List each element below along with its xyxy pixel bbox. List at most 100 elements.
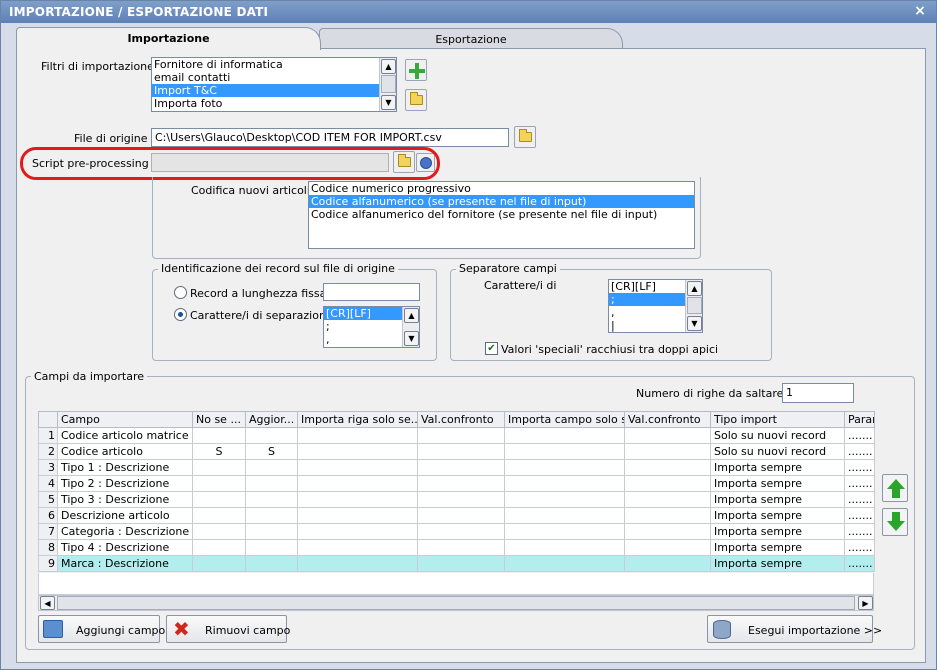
fields-table[interactable]: Campo No se ... Aggior... Importa riga solo… [38, 411, 875, 572]
cell-empty[interactable] [504, 523, 625, 540]
cell-campo[interactable]: Descrizione articolo [57, 507, 193, 524]
scroll-right-icon[interactable]: ▶ [858, 596, 873, 610]
cell-no-se[interactable] [192, 491, 246, 508]
cell-empty[interactable] [297, 427, 418, 444]
separator-radio[interactable] [174, 308, 187, 321]
cell-param[interactable]: ....... [844, 523, 875, 540]
table-row[interactable]: 1 Codice articolo matrice Solo su nuovi re… [38, 427, 875, 444]
cell-empty[interactable] [297, 491, 418, 508]
table-row[interactable]: 6 Descrizione articolo Importa sempre.....… [38, 507, 875, 524]
cell-empty[interactable] [504, 443, 625, 460]
column-header[interactable]: Importa riga solo se... [297, 411, 418, 428]
cell-empty[interactable] [624, 555, 711, 572]
scroll-thumb[interactable] [381, 75, 396, 93]
cell-aggior[interactable] [245, 491, 298, 508]
cell-param[interactable]: ....... [844, 507, 875, 524]
cell-empty[interactable] [624, 491, 711, 508]
cell-n[interactable]: 9 [38, 555, 58, 572]
move-down-button[interactable] [882, 508, 908, 536]
table-row[interactable]: 7 Categoria : Descrizione ... Importa semp… [38, 523, 875, 540]
filter-item[interactable]: Importa foto [152, 97, 396, 110]
cell-empty[interactable] [624, 475, 711, 492]
cell-campo[interactable]: Marca : Descrizione [57, 555, 193, 572]
cell-no-se[interactable] [192, 523, 246, 540]
record-separator-list[interactable]: [CR][LF];, ▲ ▼ [323, 306, 420, 348]
cell-empty[interactable] [417, 555, 505, 572]
cell-empty[interactable] [504, 555, 625, 572]
cell-empty[interactable] [297, 443, 418, 460]
cell-campo[interactable]: Tipo 2 : Descrizione [57, 475, 193, 492]
fixed-length-radio[interactable] [174, 286, 187, 299]
cell-empty[interactable] [417, 523, 505, 540]
cell-campo[interactable]: Tipo 1 : Descrizione [57, 459, 193, 476]
cell-tipo[interactable]: Importa sempre [710, 539, 845, 556]
column-header[interactable]: Paran [844, 411, 875, 428]
cell-no-se[interactable] [192, 555, 246, 572]
browse-source-button[interactable] [514, 126, 536, 148]
cell-campo[interactable]: Tipo 4 : Descrizione [57, 539, 193, 556]
scroll-up-icon[interactable]: ▲ [381, 59, 396, 74]
cell-param[interactable]: ....... [844, 539, 875, 556]
codifica-item[interactable]: Codice alfanumerico del fornitore (se pr… [309, 208, 694, 221]
filter-item[interactable]: Fornitore di informatica [152, 58, 396, 71]
cell-empty[interactable] [504, 491, 625, 508]
cell-empty[interactable] [417, 475, 505, 492]
cell-no-se[interactable] [192, 427, 246, 444]
cell-empty[interactable] [624, 523, 711, 540]
cell-tipo[interactable]: Importa sempre [710, 507, 845, 524]
cell-aggior[interactable] [245, 523, 298, 540]
filters-scrollbar[interactable]: ▲ ▼ [379, 58, 396, 111]
cell-empty[interactable] [504, 475, 625, 492]
close-icon[interactable]: × [914, 3, 926, 19]
cell-empty[interactable] [417, 491, 505, 508]
column-header[interactable]: Importa campo solo s... [504, 411, 625, 428]
scroll-down-icon[interactable]: ▼ [687, 316, 702, 331]
cell-campo[interactable]: Tipo 3 : Descrizione [57, 491, 193, 508]
filter-item[interactable]: Import T&C [152, 84, 396, 97]
cell-tipo[interactable]: Importa sempre [710, 459, 845, 476]
cell-n[interactable]: 5 [38, 491, 58, 508]
cell-empty[interactable] [297, 507, 418, 524]
column-header[interactable]: No se ... [192, 411, 246, 428]
cell-empty[interactable] [624, 459, 711, 476]
add-filter-button[interactable] [405, 59, 427, 81]
cell-param[interactable]: ....... [844, 475, 875, 492]
cell-empty[interactable] [417, 507, 505, 524]
cell-param[interactable]: ....... [844, 459, 875, 476]
codifica-list[interactable]: Codice numerico progressivo Codice alfanu… [308, 181, 695, 249]
record-separator-scrollbar[interactable]: ▲ ▼ [402, 307, 419, 347]
cell-n[interactable]: 2 [38, 443, 58, 460]
source-file-input[interactable]: C:\Users\Glauco\Desktop\COD ITEM FOR IMP… [151, 128, 509, 147]
cell-n[interactable]: 3 [38, 459, 58, 476]
remove-field-button[interactable]: ✖ Rimuovi campo [166, 615, 290, 643]
cell-no-se[interactable] [192, 507, 246, 524]
cell-tipo[interactable]: Solo su nuovi record [710, 443, 845, 460]
cell-empty[interactable] [624, 427, 711, 444]
cell-empty[interactable] [624, 507, 711, 524]
tab-importazione[interactable]: Importazione [16, 27, 321, 50]
table-row[interactable]: 5 Tipo 3 : Descrizione Importa sempre.....… [38, 491, 875, 508]
scroll-down-icon[interactable]: ▼ [404, 331, 419, 346]
tab-esportazione[interactable]: Esportazione [319, 28, 623, 50]
scroll-down-icon[interactable]: ▼ [381, 95, 396, 110]
cell-campo[interactable]: Codice articolo [57, 443, 193, 460]
cell-n[interactable]: 4 [38, 475, 58, 492]
scroll-up-icon[interactable]: ▲ [687, 281, 702, 296]
cell-empty[interactable] [297, 539, 418, 556]
column-header[interactable]: Campo [57, 411, 193, 428]
cell-empty[interactable] [417, 443, 505, 460]
add-field-button[interactable]: Aggiungi campo [38, 615, 165, 643]
codifica-item[interactable]: Codice alfanumerico (se presente nel fil… [309, 195, 694, 208]
cell-tipo[interactable]: Importa sempre [710, 523, 845, 540]
table-row[interactable]: 8 Tipo 4 : Descrizione Importa sempre.....… [38, 539, 875, 556]
cell-empty[interactable] [417, 427, 505, 444]
cell-campo[interactable]: Categoria : Descrizione ... [57, 523, 193, 540]
cell-empty[interactable] [504, 539, 625, 556]
codifica-item[interactable]: Codice numerico progressivo [309, 182, 694, 195]
quotes-checkbox[interactable]: ✔ [485, 342, 498, 355]
column-header[interactable]: Aggior... [245, 411, 298, 428]
cell-empty[interactable] [504, 459, 625, 476]
cell-aggior[interactable]: S [245, 443, 298, 460]
cell-aggior[interactable] [245, 539, 298, 556]
cell-n[interactable]: 6 [38, 507, 58, 524]
